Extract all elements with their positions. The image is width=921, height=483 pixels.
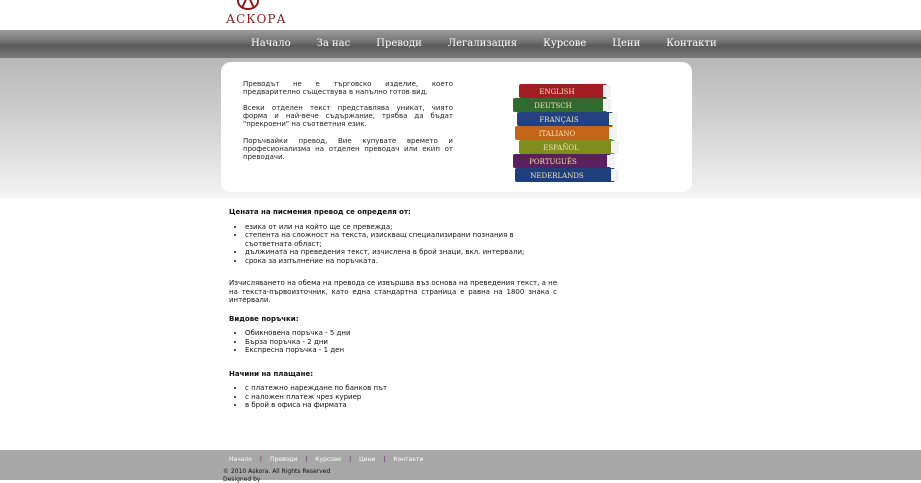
footer-link-contacts[interactable]: Контакти: [393, 456, 423, 463]
book-label: ENGLISH: [539, 88, 574, 96]
list-item: Обикновена поръчка - 5 дни: [245, 329, 557, 338]
footer-separator: |: [349, 456, 352, 463]
nav-contacts[interactable]: Контакти: [653, 30, 729, 58]
footer-nav: Начало | Преводи | Курсове | Цени | Конт…: [229, 456, 423, 463]
footer-separator: |: [305, 456, 308, 463]
nav-about[interactable]: За нас: [304, 30, 364, 58]
list-item: Експресна поръчка - 1 ден: [245, 346, 557, 355]
list-item: с наложен платеж чрез куриер: [245, 393, 557, 402]
footer: Начало | Преводи | Курсове | Цени | Конт…: [0, 450, 921, 483]
site-logo[interactable]: АСКОРА: [224, 0, 287, 30]
list-item: степента на сложност на текста, изискващ…: [245, 231, 557, 248]
book-label: PORTUGUÊS: [529, 157, 577, 166]
logo-text: АСКОРА: [226, 12, 287, 26]
footer-separator: |: [383, 456, 386, 463]
footer-separator: |: [259, 456, 262, 463]
main-navigation: Начало За нас Преводи Легализация Курсов…: [0, 30, 921, 58]
orders-heading: Видове поръчки:: [229, 314, 299, 323]
list-item: езика от или на който ще се превежда;: [245, 223, 557, 232]
list-item: дължината на преведения текст, изчислена…: [245, 248, 557, 257]
books-stack-image: NEDERLANDS PORTUGUÊS ESPAÑOL ITALIANO FR…: [513, 84, 619, 182]
list-item: Бърза поръчка - 2 дни: [245, 338, 557, 347]
hero-paragraph: Поръчвайки превод, Вие купувате времето …: [243, 137, 453, 161]
orders-list: Обикновена поръчка - 5 дни Бърза поръчка…: [229, 329, 557, 355]
payment-list: с платежно нареждане по банков път с нал…: [229, 384, 557, 410]
main-content: Цената на писмения превод се определя от…: [229, 208, 557, 410]
logo-mark-icon: [237, 0, 259, 10]
header-top: АСКОРА: [0, 0, 921, 30]
footer-link-courses[interactable]: Курсове: [315, 456, 341, 463]
nav-translations[interactable]: Преводи: [363, 30, 435, 58]
footer-link-home[interactable]: Начало: [229, 456, 252, 463]
book-label: DEUTSCH: [534, 102, 572, 110]
nav-home[interactable]: Начало: [238, 30, 304, 58]
list-item: с платежно нареждане по банков път: [245, 384, 557, 393]
footer-link-translations[interactable]: Преводи: [270, 456, 297, 463]
hero-paragraph: Всеки отделен текст представлява уникат,…: [243, 104, 453, 128]
book-label: NEDERLANDS: [530, 172, 584, 180]
book-label: ESPAÑOL: [543, 143, 579, 152]
payment-heading: Начини на плащане:: [229, 369, 313, 378]
copyright: © 2010 Askora. All Rights Reserved: [223, 468, 331, 475]
hero-panel: Преводът не е търговско изделие, което п…: [221, 62, 692, 192]
hero-paragraph: Преводът не е търговско изделие, което п…: [243, 80, 453, 96]
nav-legalization[interactable]: Легализация: [435, 30, 530, 58]
book-label: FRANÇAIS: [539, 116, 578, 124]
list-item: срока за изпълнение на поръчката.: [245, 257, 557, 266]
list-item: в брой в офиса на фирмата: [245, 401, 557, 410]
nav-courses[interactable]: Курсове: [530, 30, 599, 58]
nav-prices[interactable]: Цени: [599, 30, 653, 58]
book-label: ITALIANO: [539, 130, 576, 138]
footer-link-prices[interactable]: Цени: [359, 456, 375, 463]
volume-text: Изчисляването на обема на превода се изв…: [229, 279, 557, 304]
price-factors-list: езика от или на който ще се превежда; ст…: [229, 223, 557, 266]
price-heading: Цената на писмения превод се определя от…: [229, 208, 411, 216]
